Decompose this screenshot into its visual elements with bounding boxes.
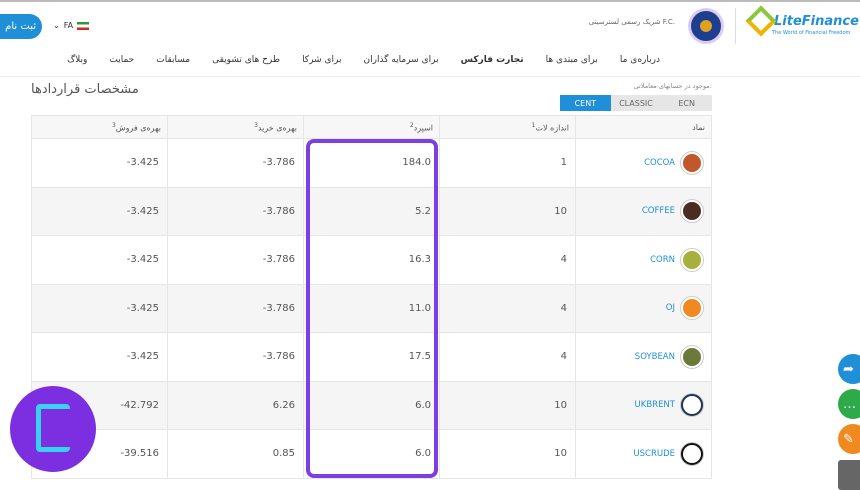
cell-buy: -3.786 [167, 186, 304, 236]
cell-symbol: OJ [575, 283, 712, 333]
edit-button[interactable]: ✎ [838, 424, 860, 454]
nav-item[interactable]: برای شرکا [302, 55, 341, 65]
nav-item[interactable]: تجارت فارکس [461, 55, 524, 65]
symbol-link[interactable]: UKBRENT [635, 400, 675, 410]
soybean-icon [681, 345, 703, 368]
cell-symbol: SOYBEAN [575, 332, 712, 382]
signup-button[interactable]: ثبت نام [0, 14, 42, 39]
nav-item[interactable]: درباره‌ی ما [620, 55, 660, 65]
iran-flag-icon [77, 21, 90, 30]
logo-tagline: The World of Financial Freedom [772, 30, 851, 36]
divider [735, 8, 736, 44]
share-icon: ➦ [843, 361, 854, 377]
nav-item[interactable]: برای سرمایه گذاران [363, 55, 438, 65]
nav-item[interactable]: حمایت [109, 55, 134, 65]
coffee-icon [681, 200, 703, 223]
cell-sell: -3.425 [31, 138, 168, 188]
symbol-link[interactable]: CORN [650, 255, 675, 265]
symbol-link[interactable]: SOYBEAN [635, 352, 675, 362]
cell-lot: 4 [439, 283, 576, 333]
cell-buy: -3.786 [167, 283, 304, 333]
cell-lot: 10 [439, 380, 576, 430]
cell-lot: 4 [439, 235, 576, 285]
column-header: اندازه لات1 [439, 115, 576, 139]
language-label: FA [63, 21, 74, 30]
cell-lot: 1 [439, 138, 576, 188]
cell-buy: 0.85 [167, 429, 304, 479]
nav-item[interactable]: مسابقات [156, 55, 190, 65]
column-header: بهره‌ی فروش3 [31, 115, 168, 139]
tab-classic[interactable]: CLASSIC [611, 95, 662, 111]
cell-lot: 10 [439, 429, 576, 479]
symbol-link[interactable]: OJ [666, 303, 675, 313]
symbol-link[interactable]: COFFEE [642, 206, 675, 216]
leicester-crest-logo[interactable] [688, 8, 724, 44]
top-border [0, 0, 860, 2]
cell-sell: -3.425 [31, 332, 168, 382]
litefinance-logo[interactable]: LiteFinance [745, 5, 859, 37]
partner-text: شریک رسمی لسترسیتی F.C. [588, 18, 675, 26]
language-selector[interactable]: ⌄ FA [53, 21, 90, 30]
chat-button[interactable]: … [838, 389, 860, 419]
watermark-logo [10, 386, 96, 472]
cell-buy: 6.26 [167, 380, 304, 430]
symbol-link[interactable]: COCOA [644, 158, 675, 168]
tab-cent[interactable]: CENT [559, 95, 611, 111]
nav-item[interactable]: وبلاگ [67, 55, 87, 65]
scroll-top-button[interactable] [838, 460, 860, 490]
cell-buy: -3.786 [167, 332, 304, 382]
cell-lot: 4 [439, 332, 576, 382]
uscrude-icon [681, 442, 703, 465]
pencil-icon: ✎ [843, 431, 854, 447]
cell-buy: -3.786 [167, 138, 304, 188]
tab-ecn[interactable]: ECN [661, 95, 712, 111]
divider [0, 76, 860, 77]
cell-symbol: COFFEE [575, 186, 712, 236]
cell-symbol: USCRUDE [575, 429, 712, 479]
symbol-link[interactable]: USCRUDE [633, 449, 675, 459]
nav-item[interactable]: برای مبتدی ها [546, 55, 598, 65]
chat-icon: … [843, 396, 856, 412]
chevron-down-icon: ⌄ [53, 21, 60, 30]
main-nav: درباره‌ی ما برای مبتدی ها تجارت فارکس برای … [67, 55, 660, 65]
cell-sell: -3.425 [31, 186, 168, 236]
cell-buy: -3.786 [167, 235, 304, 285]
page-title: مشخصات قراردادها [31, 82, 139, 97]
account-tabs: ECN CLASSIC CENT [559, 95, 712, 111]
cell-symbol: COCOA [575, 138, 712, 188]
cell-lot: 10 [439, 186, 576, 236]
oj-icon [681, 297, 703, 320]
cell-symbol: CORN [575, 235, 712, 285]
spread-highlight-box [306, 139, 438, 478]
column-header: اسپرد2 [303, 115, 440, 139]
column-header: بهره‌ی خرید3 [167, 115, 304, 139]
nav-item[interactable]: طرح های تشویقی [212, 55, 280, 65]
cell-sell: -3.425 [31, 235, 168, 285]
cocoa-icon [681, 151, 703, 174]
ukbrent-icon [681, 394, 703, 417]
available-label: موجود در حسابهای معاملاتی: [633, 82, 712, 90]
share-button[interactable]: ➦ [838, 354, 860, 384]
column-header: نماد [575, 115, 712, 139]
cell-symbol: UKBRENT [575, 380, 712, 430]
cell-sell: -3.425 [31, 283, 168, 333]
corn-icon [681, 248, 703, 271]
